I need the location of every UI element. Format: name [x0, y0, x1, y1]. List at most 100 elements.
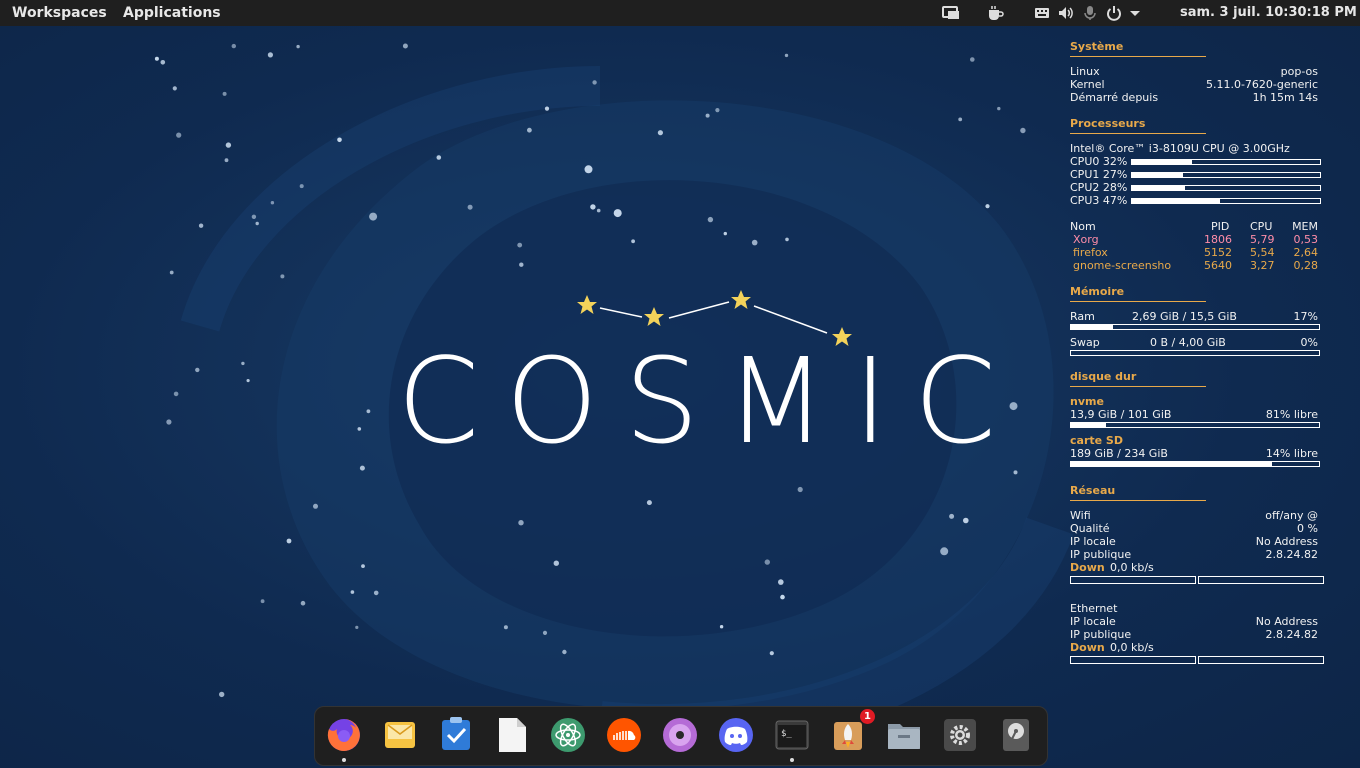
cpu-core-label: CPU0 32% [1070, 155, 1128, 168]
firefox-icon[interactable] [325, 716, 363, 762]
star [958, 117, 963, 122]
info-label: IP publique [1070, 628, 1132, 641]
cpu-core-row: CPU2 28% [1070, 181, 1326, 194]
coffee-icon[interactable] [987, 5, 1005, 21]
ethernet-label: Ethernet [1070, 602, 1118, 615]
star [613, 209, 622, 218]
process-pid: 5640 [1204, 259, 1232, 272]
section-title-memory: Mémoire [1070, 285, 1125, 298]
settings-icon[interactable] [941, 716, 979, 754]
music-player-icon[interactable] [661, 716, 699, 754]
star [280, 274, 285, 279]
star [553, 560, 559, 566]
section-title-network: Réseau [1070, 484, 1116, 497]
cosmic-logo: COSMIC [397, 290, 996, 470]
disk-utility-icon[interactable] [997, 716, 1035, 754]
section-title-disk: disque dur [1070, 370, 1137, 383]
star [154, 56, 159, 61]
star [195, 367, 200, 373]
process-pid: 5152 [1204, 246, 1232, 259]
keyboard-icon[interactable] [1034, 5, 1050, 21]
star [769, 651, 774, 656]
nvme-bar [1070, 422, 1320, 428]
star [436, 155, 442, 160]
wifi-graphs [1070, 576, 1326, 585]
star [940, 547, 949, 556]
star [222, 91, 227, 96]
star [260, 599, 265, 604]
star [707, 216, 714, 223]
process-mem: 2,64 [1293, 246, 1319, 259]
star [361, 564, 365, 568]
info-row: Démarré depuis 1h 15m 14s [1070, 91, 1326, 104]
clock[interactable]: sam. 3 juil. 10:30:18 PM [1180, 0, 1357, 26]
star [402, 43, 408, 49]
star [337, 137, 342, 143]
screen-share-icon[interactable] [942, 5, 960, 21]
process-pid: 1806 [1204, 233, 1232, 246]
file-manager-icon[interactable] [885, 716, 923, 754]
running-indicator [342, 758, 346, 762]
cpu-core-bar [1131, 198, 1321, 204]
applications-button[interactable]: Applications [121, 0, 223, 26]
chevron-down-icon[interactable] [1128, 5, 1142, 21]
star [355, 625, 359, 630]
star [519, 262, 524, 267]
swap-value: 0 B / 4,00 GiB [1150, 336, 1226, 349]
star [366, 409, 371, 414]
mail-icon[interactable] [381, 716, 419, 754]
cpu-core-row: CPU1 27% [1070, 168, 1326, 181]
star [705, 113, 710, 118]
nvme-free: 81% libre [1265, 408, 1318, 421]
star [544, 106, 550, 111]
info-row: IP publique 2.8.24.82 [1070, 548, 1326, 561]
terminal-icon[interactable]: $_ [773, 716, 811, 762]
sd-bar [1070, 461, 1320, 467]
process-row: Xorg 1806 5,79 0,53 [1070, 233, 1326, 246]
process-header: Nom PID CPU MEM [1070, 220, 1326, 233]
ram-bar [1070, 324, 1320, 330]
eth-down-label: Down [1070, 641, 1105, 654]
star [296, 44, 300, 49]
power-icon[interactable] [1106, 5, 1122, 21]
star [467, 204, 473, 210]
sd-free: 14% libre [1265, 447, 1318, 460]
info-row: IP locale No Address [1070, 535, 1326, 548]
star [596, 208, 601, 213]
star [751, 239, 758, 246]
star [172, 86, 177, 91]
star [225, 142, 232, 148]
discord-icon[interactable] [717, 716, 755, 754]
launcher-icon[interactable]: 1 [829, 709, 875, 754]
ethernet-rows: IP locale No Address IP publique 2.8.24.82 [1070, 615, 1326, 641]
ram-value: 2,69 GiB / 15,5 GiB [1132, 310, 1237, 323]
section-title-cpu: Processeurs [1070, 117, 1146, 130]
wifi-rows: Wifi off/any @ Qualité 0 % IP locale No Addre… [1070, 509, 1326, 561]
workspaces-button[interactable]: Workspaces [10, 0, 109, 26]
process-name: gnome-screensho [1073, 259, 1172, 272]
star [1013, 470, 1018, 475]
star [949, 513, 955, 519]
volume-icon[interactable] [1058, 5, 1076, 21]
star [631, 239, 635, 244]
nvme-value: 13,9 GiB / 101 GiB [1070, 408, 1172, 421]
divider [1070, 500, 1206, 501]
wifi-down-label: Down [1070, 561, 1105, 574]
star [784, 53, 789, 58]
divider [1070, 56, 1206, 57]
star [590, 204, 596, 210]
document-icon[interactable] [493, 716, 531, 754]
star [518, 520, 524, 526]
tasks-icon[interactable] [437, 716, 475, 754]
atom-icon[interactable] [549, 716, 587, 754]
star [166, 419, 172, 425]
star [985, 204, 990, 209]
star [527, 127, 532, 133]
star [764, 559, 770, 565]
cpu-core-label: CPU3 47% [1070, 194, 1128, 207]
soundcloud-icon[interactable] [605, 716, 643, 754]
star [219, 691, 225, 698]
microphone-icon[interactable] [1083, 5, 1097, 21]
dock: $_ 1 [314, 706, 1048, 766]
cpu-core-rows: CPU0 32% CPU1 27% CPU2 28% CPU3 47% [1070, 155, 1326, 207]
